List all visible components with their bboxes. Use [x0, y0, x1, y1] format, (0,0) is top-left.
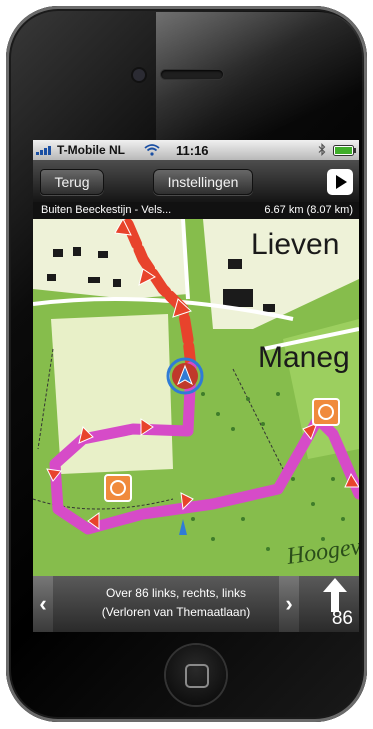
- waypoint-icon[interactable]: [104, 474, 132, 502]
- route-name: Buiten Beeckestijn - Vels...: [41, 204, 172, 216]
- turn-instruction: Over 86 links, rechts, links (Verloren v…: [61, 584, 291, 622]
- home-button[interactable]: [166, 645, 226, 705]
- topographic-map[interactable]: Lieven Maneg Hoogeve: [33, 219, 359, 576]
- play-icon[interactable]: [327, 169, 353, 195]
- back-button[interactable]: Terug: [40, 169, 104, 195]
- instruction-bar: ‹ Over 86 links, rechts, links (Verloren…: [33, 576, 359, 632]
- chevron-right-icon[interactable]: ›: [279, 576, 299, 632]
- carrier-name: T-Mobile NL: [57, 143, 125, 157]
- home-square-icon: [185, 664, 209, 688]
- wifi-icon: [144, 144, 160, 156]
- front-camera: [133, 69, 145, 81]
- signal-icon: [36, 146, 51, 155]
- bluetooth-icon: [318, 143, 326, 156]
- map-label: Maneg: [258, 341, 350, 374]
- settings-button[interactable]: Instellingen: [153, 169, 253, 195]
- clock: 11:16: [176, 143, 209, 158]
- map-label: Lieven: [251, 228, 339, 261]
- status-bar: T-Mobile NL 11:16: [33, 140, 359, 160]
- arrow-up-icon: [323, 578, 347, 612]
- location-icon: [166, 357, 204, 395]
- chevron-left-icon[interactable]: ‹: [33, 576, 53, 632]
- screen: T-Mobile NL 11:16 Terug Instellingen Bui…: [33, 140, 359, 632]
- nav-bar: Terug Instellingen: [33, 160, 359, 202]
- earpiece-speaker: [161, 70, 223, 79]
- route-distance: 6.67 km (8.07 km): [264, 204, 353, 216]
- waypoint-icon[interactable]: [312, 398, 340, 426]
- glass-glare: [156, 12, 366, 147]
- instruction-line-1: Over 86 links, rechts, links: [105, 586, 247, 600]
- battery-icon: [333, 145, 356, 156]
- route-info-bar: Buiten Beeckestijn - Vels... 6.67 km (8.…: [33, 202, 359, 219]
- instruction-line-2: (Verloren van Themaatlaan): [101, 605, 251, 619]
- turn-distance: 86: [331, 608, 353, 629]
